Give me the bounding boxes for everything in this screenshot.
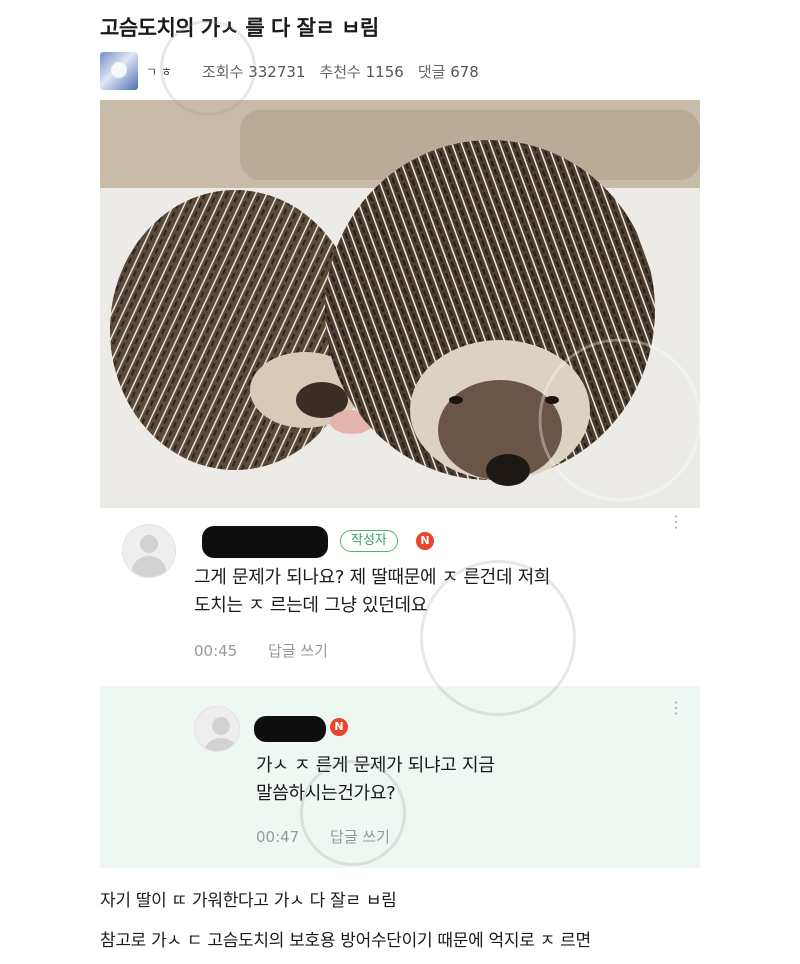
comments-stat[interactable]: 댓글 678 xyxy=(418,61,479,82)
recommend-count: 1156 xyxy=(365,62,404,81)
post-title: 고슴도치의 가ㅅ 를 다 잘ㄹ ㅂ림 xyxy=(100,16,379,40)
recommend-stat: 추천수 1156 xyxy=(319,61,403,82)
reply-comment: N ⋮ 가ㅅ ㅈ 른게 문제가 되냐고 지금 말씀하시는건가요? 00:47 답… xyxy=(100,686,700,868)
commenter-avatar[interactable] xyxy=(194,706,240,752)
recommend-label: 추천수 xyxy=(319,62,361,81)
reply-button[interactable]: 답글 쓰기 xyxy=(268,642,328,660)
author-name[interactable]: ㄱ ㅎ xyxy=(146,63,188,80)
comment-line: 말씀하시는건가요? xyxy=(256,783,396,804)
comments-label: 댓글 xyxy=(417,62,446,81)
more-options-icon[interactable]: ⋮ xyxy=(668,514,684,542)
comment-footer: 00:47 답글 쓰기 xyxy=(256,826,390,847)
redacted-username xyxy=(202,526,328,558)
commenter-avatar[interactable] xyxy=(122,524,176,578)
views-count: 332731 xyxy=(248,62,306,81)
comment-time: 00:47 xyxy=(256,828,300,846)
comment-time: 00:45 xyxy=(194,642,238,660)
comment-text: 가ㅅ ㅈ 른게 문제가 되냐고 지금 말씀하시는건가요? xyxy=(256,752,495,808)
hedgehog-photo[interactable] xyxy=(100,100,700,508)
redacted-username xyxy=(254,716,326,742)
comment: 작성자 N ⋮ 그게 문제가 되나요? 제 딸때문에 ㅈ 른건데 저희 도치는 … xyxy=(100,508,700,680)
comment-text: 그게 문제가 되나요? 제 딸때문에 ㅈ 른건데 저희 도치는 ㅈ 르는데 그냥… xyxy=(194,564,550,620)
author-badge: 작성자 xyxy=(340,530,398,552)
post-body-line: 참고로 가ㅅ ㄷ 고슴도치의 보호용 방어수단이기 때문에 억지로 ㅈ 르면 xyxy=(100,931,591,951)
comment-line: 도치는 ㅈ 르는데 그냥 있던데요 xyxy=(194,595,428,616)
comment-line: 그게 문제가 되나요? 제 딸때문에 ㅈ 른건데 저희 xyxy=(194,567,551,588)
comment-footer: 00:45 답글 쓰기 xyxy=(194,640,328,661)
reply-button[interactable]: 답글 쓰기 xyxy=(330,828,390,846)
new-badge: N xyxy=(416,532,434,550)
hedgehog-illustration xyxy=(100,100,700,508)
more-options-icon[interactable]: ⋮ xyxy=(668,700,684,728)
author-avatar[interactable] xyxy=(100,52,138,90)
post-body-line: 자기 딸이 ㄸ 가워한다고 가ㅅ 다 잘ㄹ ㅂ림 xyxy=(100,891,397,911)
post-meta: ㄱ ㅎ 조회수 332731 추천수 1156 댓글 678 xyxy=(100,52,479,90)
views-stat: 조회수 332731 xyxy=(202,61,305,82)
views-label: 조회수 xyxy=(202,62,244,81)
new-badge: N xyxy=(330,718,348,736)
comments-count: 678 xyxy=(450,62,479,81)
comment-line: 가ㅅ ㅈ 른게 문제가 되냐고 지금 xyxy=(256,755,495,776)
